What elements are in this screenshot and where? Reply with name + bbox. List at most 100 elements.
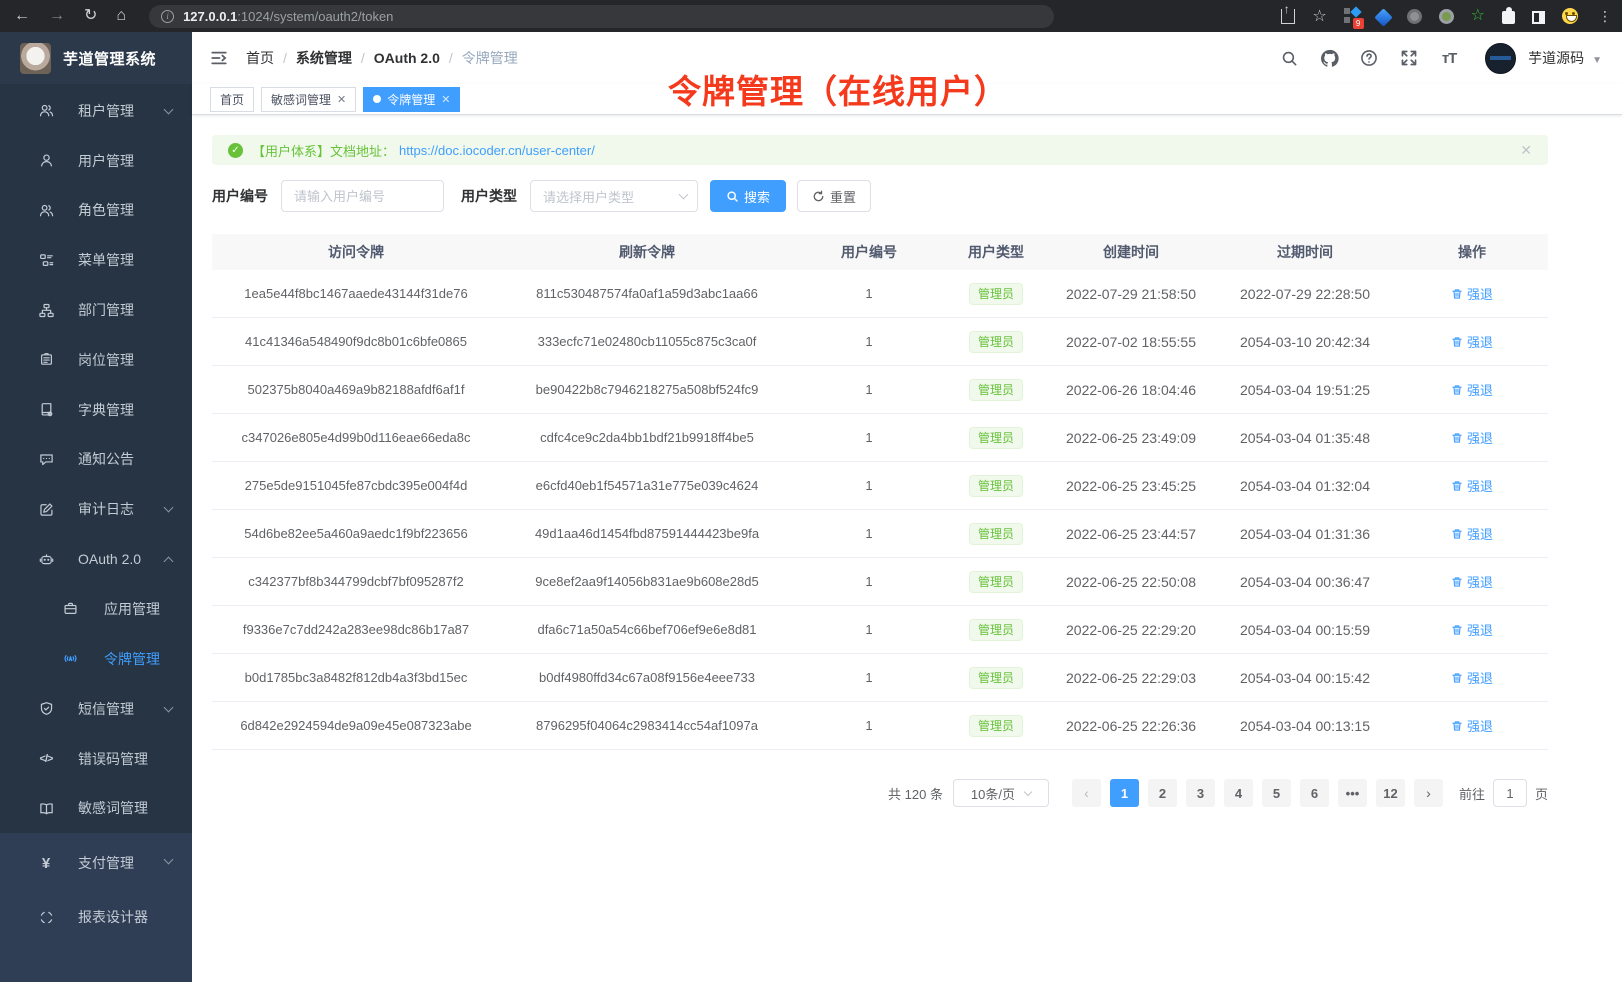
browser-home-icon[interactable]: ⌂ [116, 8, 126, 24]
breadcrumb-item[interactable]: 系统管理 [296, 48, 352, 68]
user-type-select[interactable]: 请选择用户类型 [530, 180, 698, 212]
alert-close-icon[interactable]: ✕ [1520, 142, 1532, 159]
site-info-icon[interactable]: i [161, 10, 174, 23]
sidebar-menu: 租户管理用户管理角色管理菜单管理部门管理岗位管理字典管理通知公告审计日志 OAut… [0, 84, 192, 833]
sidebar-item-oauth-token[interactable]: 令牌管理 [0, 634, 192, 684]
page-button-12[interactable]: 12 [1376, 779, 1405, 807]
sidebar-item-role[interactable]: 角色管理 [0, 186, 192, 236]
prev-page-button[interactable]: ‹ [1072, 779, 1101, 807]
extension-circle-icon[interactable] [1407, 9, 1422, 24]
sidebar-item-oauth[interactable]: OAuth 2.0 [0, 534, 192, 584]
expires-at-cell: 2054-03-04 01:32:04 [1214, 478, 1396, 494]
force-logout-button[interactable]: 强退 [1451, 332, 1493, 351]
sidebar-item-tenant[interactable]: 租户管理 [0, 86, 192, 136]
github-icon[interactable] [1319, 48, 1339, 68]
tab-sensitive-word[interactable]: 敏感词管理✕ [261, 87, 356, 112]
force-logout-button[interactable]: 强退 [1451, 524, 1493, 543]
sidebar-item-error-code[interactable]: </>错误码管理 [0, 734, 192, 784]
expires-at-cell: 2054-03-04 01:31:36 [1214, 526, 1396, 542]
share-icon[interactable] [1281, 9, 1295, 24]
address-bar[interactable]: i 127.0.0.1:1024/system/oauth2/token [149, 5, 1054, 28]
action-cell: 强退 [1396, 476, 1548, 495]
chevron-down-icon [164, 703, 174, 713]
page-button-1[interactable]: 1 [1110, 779, 1139, 807]
tab-close-icon[interactable]: ✕ [337, 93, 346, 106]
sidebar-item-dict[interactable]: 字典管理 [0, 385, 192, 435]
extension-gem-icon[interactable] [1374, 8, 1392, 26]
page-button-5[interactable]: 5 [1262, 779, 1291, 807]
bookmark-star-icon[interactable]: ☆ [1312, 6, 1326, 26]
page-ellipsis[interactable]: ••• [1338, 779, 1367, 807]
sidebar-item-label: 岗位管理 [78, 350, 134, 370]
search-form: 用户编号 用户类型 请选择用户类型 搜索 重置 [212, 180, 1548, 212]
browser-reload-icon[interactable]: ↻ [84, 8, 97, 24]
sidebar-item-post[interactable]: 岗位管理 [0, 335, 192, 385]
sidebar-item-dept[interactable]: 部门管理 [0, 285, 192, 335]
font-size-icon[interactable]: тT [1439, 48, 1459, 68]
force-logout-button[interactable]: 强退 [1451, 284, 1493, 303]
sidebar-collapse-icon[interactable] [210, 49, 228, 67]
sidebar-item-audit-log[interactable]: 审计日志 [0, 484, 192, 534]
next-page-button[interactable]: › [1414, 779, 1443, 807]
page-button-3[interactable]: 3 [1186, 779, 1215, 807]
force-logout-button[interactable]: 强退 [1451, 476, 1493, 495]
user-caret-icon[interactable]: ▼ [1592, 55, 1602, 66]
force-logout-button[interactable]: 强退 [1451, 716, 1493, 735]
breadcrumb-item[interactable]: 首页 [246, 48, 274, 68]
page-size-select[interactable]: 10条/页 [953, 779, 1049, 807]
page-button-6[interactable]: 6 [1300, 779, 1329, 807]
breadcrumb-item: 令牌管理 [462, 48, 518, 68]
username[interactable]: 芋道源码 [1528, 48, 1584, 68]
force-logout-button[interactable]: 强退 [1451, 668, 1493, 687]
goto-page-input[interactable] [1493, 779, 1527, 807]
help-icon[interactable] [1359, 48, 1379, 68]
extension-grid-icon[interactable]: 9 [1344, 8, 1360, 24]
tab-close-icon[interactable]: ✕ [441, 93, 450, 106]
browser-back-icon[interactable]: ← [14, 8, 30, 24]
sidebar-item-sensitive-word[interactable]: 敏感词管理 [0, 784, 192, 834]
sidebar-item-report-designer[interactable]: 报表设计器 [0, 890, 192, 944]
search-icon[interactable] [1279, 48, 1299, 68]
user-type-badge: 管理员 [969, 475, 1023, 497]
table-row: 41c41346a548490f9dc8b01c6bfe0865333ecfc7… [212, 318, 1548, 366]
expires-at-cell: 2054-03-10 20:42:34 [1214, 334, 1396, 350]
browser-menu-icon[interactable]: ⋮ [1598, 8, 1612, 25]
logo[interactable]: 芋道管理系统 [0, 32, 192, 84]
sidebar-item-sms[interactable]: 短信管理 [0, 684, 192, 734]
extension-green-dot-icon[interactable] [1439, 9, 1454, 24]
profile-emoji-icon[interactable] [1562, 8, 1578, 24]
sidebar: 芋道管理系统 租户管理用户管理角色管理菜单管理部门管理岗位管理字典管理通知公告审… [0, 32, 192, 982]
sidebar-item-menu[interactable]: 菜单管理 [0, 235, 192, 285]
access-token-cell: c347026e805e4d99b0d116eae66eda8c [212, 430, 500, 445]
extensions-puzzle-icon[interactable] [1502, 11, 1515, 24]
tab-home[interactable]: 首页 [210, 87, 254, 112]
force-logout-button[interactable]: 强退 [1451, 428, 1493, 447]
active-tab-dot [373, 95, 381, 103]
reset-button[interactable]: 重置 [797, 180, 871, 212]
sidebar-item-user[interactable]: 用户管理 [0, 136, 192, 186]
fullscreen-icon[interactable] [1399, 48, 1419, 68]
extension-star-icon[interactable]: ☆ [1471, 8, 1485, 24]
search-button[interactable]: 搜索 [710, 180, 786, 212]
user-id-input[interactable] [281, 180, 444, 212]
user-avatar[interactable] [1485, 43, 1516, 74]
alert-doc-link[interactable]: https://doc.iocoder.cn/user-center/ [399, 143, 595, 158]
sidebar-item-notice[interactable]: 通知公告 [0, 435, 192, 485]
user-type-badge: 管理员 [969, 379, 1023, 401]
breadcrumb: 首页/系统管理/OAuth 2.0/令牌管理 [246, 48, 518, 68]
sidebar-item-payment[interactable]: ¥支付管理 [0, 836, 192, 890]
refresh-token-cell: b0df4980ffd34c67a08f9156e4eee733 [500, 670, 794, 685]
access-token-cell: b0d1785bc3a8482f812db4a3f3bd15ec [212, 670, 500, 685]
sidebar-item-oauth-app[interactable]: 应用管理 [0, 584, 192, 634]
action-cell: 强退 [1396, 332, 1548, 351]
breadcrumb-item[interactable]: OAuth 2.0 [374, 50, 440, 66]
force-logout-button[interactable]: 强退 [1451, 380, 1493, 399]
browser-forward-icon[interactable]: → [49, 8, 65, 24]
page-button-4[interactable]: 4 [1224, 779, 1253, 807]
force-logout-button[interactable]: 强退 [1451, 572, 1493, 591]
page-button-2[interactable]: 2 [1148, 779, 1177, 807]
side-panel-icon[interactable] [1532, 11, 1545, 24]
tab-token[interactable]: 令牌管理✕ [363, 87, 460, 112]
force-logout-button[interactable]: 强退 [1451, 620, 1493, 639]
sidebar-item-label: 审计日志 [78, 499, 134, 519]
